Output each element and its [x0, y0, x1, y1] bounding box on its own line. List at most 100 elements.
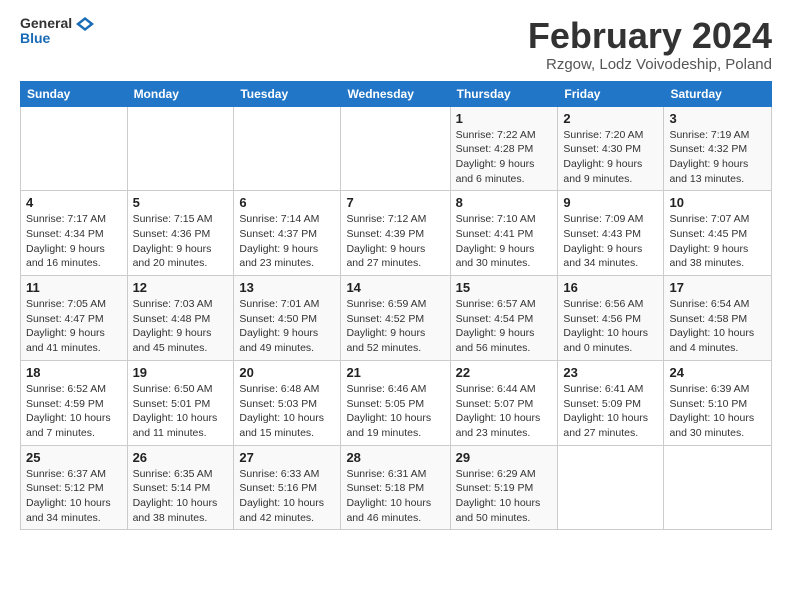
day-number: 20	[239, 365, 335, 380]
logo-text: General Blue	[20, 16, 94, 47]
calendar-cell: 1Sunrise: 7:22 AM Sunset: 4:28 PM Daylig…	[450, 106, 558, 191]
day-number: 29	[456, 450, 553, 465]
day-number: 16	[563, 280, 658, 295]
day-number: 25	[26, 450, 122, 465]
day-number: 26	[133, 450, 229, 465]
day-info: Sunrise: 7:22 AM Sunset: 4:28 PM Dayligh…	[456, 128, 553, 187]
calendar-cell	[664, 445, 772, 530]
day-info: Sunrise: 7:20 AM Sunset: 4:30 PM Dayligh…	[563, 128, 658, 187]
calendar-cell: 27 Sunrise: 6:33 AM Sunset: 5:16 PM Dayli…	[234, 445, 341, 530]
day-number: 6	[239, 195, 335, 210]
page-header: General Blue February 2024 Rzgow, Lodz V…	[20, 16, 772, 73]
day-number: 7	[346, 195, 444, 210]
calendar-cell: 7 Sunrise: 7:12 AM Sunset: 4:39 PM Daylig…	[341, 191, 450, 276]
calendar-week-3: 11 Sunrise: 7:05 AM Sunset: 4:47 PM Dayli…	[21, 276, 772, 361]
day-info: Sunrise: 6:41 AM Sunset: 5:09 PM Dayligh…	[563, 382, 658, 441]
day-info: Sunrise: 6:35 AM Sunset: 5:14 PM Dayligh…	[133, 467, 229, 526]
day-info: Sunrise: 7:05 AM Sunset: 4:47 PM Dayligh…	[26, 297, 122, 356]
day-number: 28	[346, 450, 444, 465]
calendar-cell: 6 Sunrise: 7:14 AM Sunset: 4:37 PM Daylig…	[234, 191, 341, 276]
day-info: Sunrise: 6:56 AM Sunset: 4:56 PM Dayligh…	[563, 297, 658, 356]
day-info: Sunrise: 7:14 AM Sunset: 4:37 PM Dayligh…	[239, 212, 335, 271]
calendar-cell: 26 Sunrise: 6:35 AM Sunset: 5:14 PM Dayli…	[127, 445, 234, 530]
calendar-cell: 8 Sunrise: 7:10 AM Sunset: 4:41 PM Daylig…	[450, 191, 558, 276]
day-info: Sunrise: 7:19 AM Sunset: 4:32 PM Dayligh…	[669, 128, 766, 187]
calendar-cell: 10 Sunrise: 7:07 AM Sunset: 4:45 PM Dayli…	[664, 191, 772, 276]
weekday-wednesday: Wednesday	[341, 81, 450, 106]
calendar-cell: 5 Sunrise: 7:15 AM Sunset: 4:36 PM Daylig…	[127, 191, 234, 276]
day-number: 12	[133, 280, 229, 295]
calendar-cell	[127, 106, 234, 191]
calendar-cell: 17 Sunrise: 6:54 AM Sunset: 4:58 PM Dayli…	[664, 276, 772, 361]
day-info: Sunrise: 6:39 AM Sunset: 5:10 PM Dayligh…	[669, 382, 766, 441]
title-block: February 2024 Rzgow, Lodz Voivodeship, P…	[528, 16, 772, 73]
day-number: 9	[563, 195, 658, 210]
day-number: 21	[346, 365, 444, 380]
calendar-cell: 20 Sunrise: 6:48 AM Sunset: 5:03 PM Dayli…	[234, 360, 341, 445]
calendar-cell: 19 Sunrise: 6:50 AM Sunset: 5:01 PM Dayli…	[127, 360, 234, 445]
day-info: Sunrise: 7:07 AM Sunset: 4:45 PM Dayligh…	[669, 212, 766, 271]
calendar-cell: 12 Sunrise: 7:03 AM Sunset: 4:48 PM Dayli…	[127, 276, 234, 361]
calendar-table: SundayMondayTuesdayWednesdayThursdayFrid…	[20, 81, 772, 531]
day-info: Sunrise: 7:15 AM Sunset: 4:36 PM Dayligh…	[133, 212, 229, 271]
weekday-sunday: Sunday	[21, 81, 128, 106]
calendar-cell	[21, 106, 128, 191]
location-subtitle: Rzgow, Lodz Voivodeship, Poland	[528, 56, 772, 73]
day-info: Sunrise: 7:10 AM Sunset: 4:41 PM Dayligh…	[456, 212, 553, 271]
day-info: Sunrise: 6:48 AM Sunset: 5:03 PM Dayligh…	[239, 382, 335, 441]
calendar-cell: 21 Sunrise: 6:46 AM Sunset: 5:05 PM Dayli…	[341, 360, 450, 445]
calendar-cell: 11 Sunrise: 7:05 AM Sunset: 4:47 PM Dayli…	[21, 276, 128, 361]
day-number: 18	[26, 365, 122, 380]
day-number: 22	[456, 365, 553, 380]
day-info: Sunrise: 7:09 AM Sunset: 4:43 PM Dayligh…	[563, 212, 658, 271]
weekday-saturday: Saturday	[664, 81, 772, 106]
calendar-cell: 29 Sunrise: 6:29 AM Sunset: 5:19 PM Dayli…	[450, 445, 558, 530]
calendar-week-4: 18Sunrise: 6:52 AM Sunset: 4:59 PM Dayli…	[21, 360, 772, 445]
day-number: 14	[346, 280, 444, 295]
calendar-cell	[341, 106, 450, 191]
calendar-cell: 4 Sunrise: 7:17 AM Sunset: 4:34 PM Daylig…	[21, 191, 128, 276]
day-number: 11	[26, 280, 122, 295]
calendar-cell: 25Sunrise: 6:37 AM Sunset: 5:12 PM Dayli…	[21, 445, 128, 530]
day-number: 3	[669, 111, 766, 126]
calendar-cell: 23Sunrise: 6:41 AM Sunset: 5:09 PM Dayli…	[558, 360, 664, 445]
calendar-week-5: 25Sunrise: 6:37 AM Sunset: 5:12 PM Dayli…	[21, 445, 772, 530]
day-number: 24	[669, 365, 766, 380]
weekday-header-row: SundayMondayTuesdayWednesdayThursdayFrid…	[21, 81, 772, 106]
day-info: Sunrise: 7:03 AM Sunset: 4:48 PM Dayligh…	[133, 297, 229, 356]
calendar-cell: 28 Sunrise: 6:31 AM Sunset: 5:18 PM Dayli…	[341, 445, 450, 530]
calendar-body: 1Sunrise: 7:22 AM Sunset: 4:28 PM Daylig…	[21, 106, 772, 530]
logo: General Blue	[20, 16, 94, 47]
calendar-cell: 13Sunrise: 7:01 AM Sunset: 4:50 PM Dayli…	[234, 276, 341, 361]
calendar-cell: 9 Sunrise: 7:09 AM Sunset: 4:43 PM Daylig…	[558, 191, 664, 276]
day-info: Sunrise: 6:33 AM Sunset: 5:16 PM Dayligh…	[239, 467, 335, 526]
day-info: Sunrise: 6:44 AM Sunset: 5:07 PM Dayligh…	[456, 382, 553, 441]
day-number: 10	[669, 195, 766, 210]
day-info: Sunrise: 6:57 AM Sunset: 4:54 PM Dayligh…	[456, 297, 553, 356]
day-info: Sunrise: 6:29 AM Sunset: 5:19 PM Dayligh…	[456, 467, 553, 526]
day-number: 27	[239, 450, 335, 465]
calendar-cell: 2Sunrise: 7:20 AM Sunset: 4:30 PM Daylig…	[558, 106, 664, 191]
calendar-cell	[558, 445, 664, 530]
day-info: Sunrise: 6:59 AM Sunset: 4:52 PM Dayligh…	[346, 297, 444, 356]
calendar-week-2: 4 Sunrise: 7:17 AM Sunset: 4:34 PM Daylig…	[21, 191, 772, 276]
calendar-cell: 14 Sunrise: 6:59 AM Sunset: 4:52 PM Dayli…	[341, 276, 450, 361]
day-info: Sunrise: 7:17 AM Sunset: 4:34 PM Dayligh…	[26, 212, 122, 271]
day-number: 17	[669, 280, 766, 295]
day-number: 8	[456, 195, 553, 210]
day-number: 5	[133, 195, 229, 210]
calendar-cell: 22 Sunrise: 6:44 AM Sunset: 5:07 PM Dayli…	[450, 360, 558, 445]
weekday-tuesday: Tuesday	[234, 81, 341, 106]
calendar-cell: 3 Sunrise: 7:19 AM Sunset: 4:32 PM Daylig…	[664, 106, 772, 191]
day-number: 19	[133, 365, 229, 380]
day-info: Sunrise: 6:54 AM Sunset: 4:58 PM Dayligh…	[669, 297, 766, 356]
day-info: Sunrise: 6:50 AM Sunset: 5:01 PM Dayligh…	[133, 382, 229, 441]
day-number: 4	[26, 195, 122, 210]
day-number: 15	[456, 280, 553, 295]
day-info: Sunrise: 6:31 AM Sunset: 5:18 PM Dayligh…	[346, 467, 444, 526]
day-info: Sunrise: 6:46 AM Sunset: 5:05 PM Dayligh…	[346, 382, 444, 441]
day-info: Sunrise: 7:12 AM Sunset: 4:39 PM Dayligh…	[346, 212, 444, 271]
weekday-thursday: Thursday	[450, 81, 558, 106]
month-title: February 2024	[528, 16, 772, 56]
calendar-cell	[234, 106, 341, 191]
